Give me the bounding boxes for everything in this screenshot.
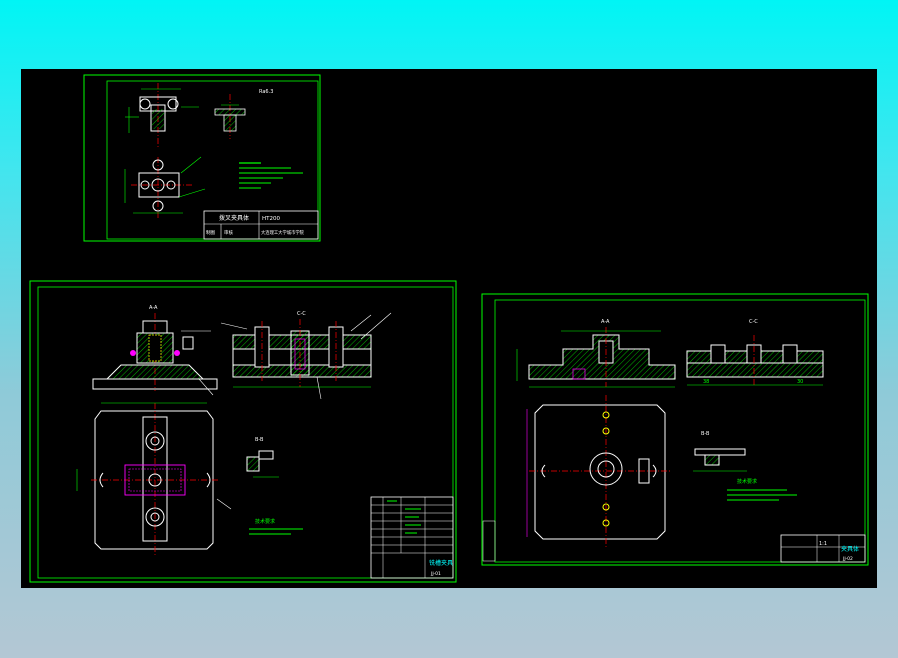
cad-drawing-canvas: Ra6.3 拨叉夹具体 HT200 制图 大连理工大学城市学院 审核 A-A C… xyxy=(21,69,877,588)
left-title-block: 铣槽夹具 JJ-01 xyxy=(370,496,454,579)
right-title-name: 夹具体 xyxy=(841,545,859,553)
left-tech-requirements: 技术要求 xyxy=(249,518,303,535)
top-roughness-label: Ra6.3 xyxy=(259,89,273,95)
sheet-top-inner-frame xyxy=(106,80,319,240)
top-front-view xyxy=(125,83,199,149)
left-plan-view xyxy=(76,402,232,555)
left-section-b-label: B-B xyxy=(255,437,264,443)
right-side-section: C-C 38 30 xyxy=(686,319,824,387)
right-title-scale: 1:1 xyxy=(819,541,827,547)
left-section-a-label: A-A xyxy=(149,305,158,311)
right-tech-req-title: 技术要求 xyxy=(737,478,757,485)
top-title-name: 拨叉夹具体 xyxy=(219,214,249,222)
right-dim-1: 38 xyxy=(703,379,709,385)
cad-drawing-svg: Ra6.3 拨叉夹具体 HT200 制图 大连理工大学城市学院 审核 A-A C… xyxy=(29,74,869,583)
sheet-right-inner-frame xyxy=(494,299,866,563)
sheet-right: A-A C-C 38 30 B-B 技术要求 1:1 夹具体 JJ-02 xyxy=(481,293,869,566)
left-title-name: 铣槽夹具 xyxy=(429,559,453,567)
right-plan-view xyxy=(526,395,671,547)
right-front-section: A-A xyxy=(516,319,676,388)
right-tech-requirements: 技术要求 xyxy=(727,478,797,501)
sheet-left-inner-frame xyxy=(37,286,454,579)
sheet-left: A-A C-C B-B 技术要求 铣槽夹具 JJ-01 xyxy=(29,280,457,583)
top-tech-notes xyxy=(239,162,303,189)
top-title-school: 大连理工大学城市学院 xyxy=(261,229,305,236)
right-title-code: JJ-02 xyxy=(842,556,853,562)
top-title-block: 拨叉夹具体 HT200 制图 大连理工大学城市学院 审核 xyxy=(203,210,319,240)
top-side-view xyxy=(214,94,246,139)
top-title-label-b: 审核 xyxy=(224,229,233,236)
right-title-block: 1:1 夹具体 JJ-02 xyxy=(780,534,866,563)
left-section-c-label: C-C xyxy=(297,311,306,317)
right-dim-2: 30 xyxy=(797,379,803,385)
right-bb-section: B-B xyxy=(693,431,747,472)
top-plan-view xyxy=(124,156,206,219)
sheet-top: Ra6.3 拨叉夹具体 HT200 制图 大连理工大学城市学院 审核 xyxy=(83,74,321,242)
right-section-a-label: A-A xyxy=(601,319,610,325)
sheet-right-outer-frame xyxy=(481,293,869,566)
right-section-c-label: C-C xyxy=(749,319,758,325)
left-title-code: JJ-01 xyxy=(430,571,441,577)
top-title-material: HT200 xyxy=(262,216,280,222)
left-side-section: C-C xyxy=(220,311,392,400)
top-title-label-a: 制图 xyxy=(206,229,215,236)
right-side-tab xyxy=(482,520,496,562)
right-section-b-label: B-B xyxy=(701,431,710,437)
sheet-top-outer-frame xyxy=(83,74,321,242)
left-front-section: A-A xyxy=(92,305,218,396)
left-tech-req-title: 技术要求 xyxy=(255,518,275,525)
left-bb-section: B-B xyxy=(246,437,279,478)
